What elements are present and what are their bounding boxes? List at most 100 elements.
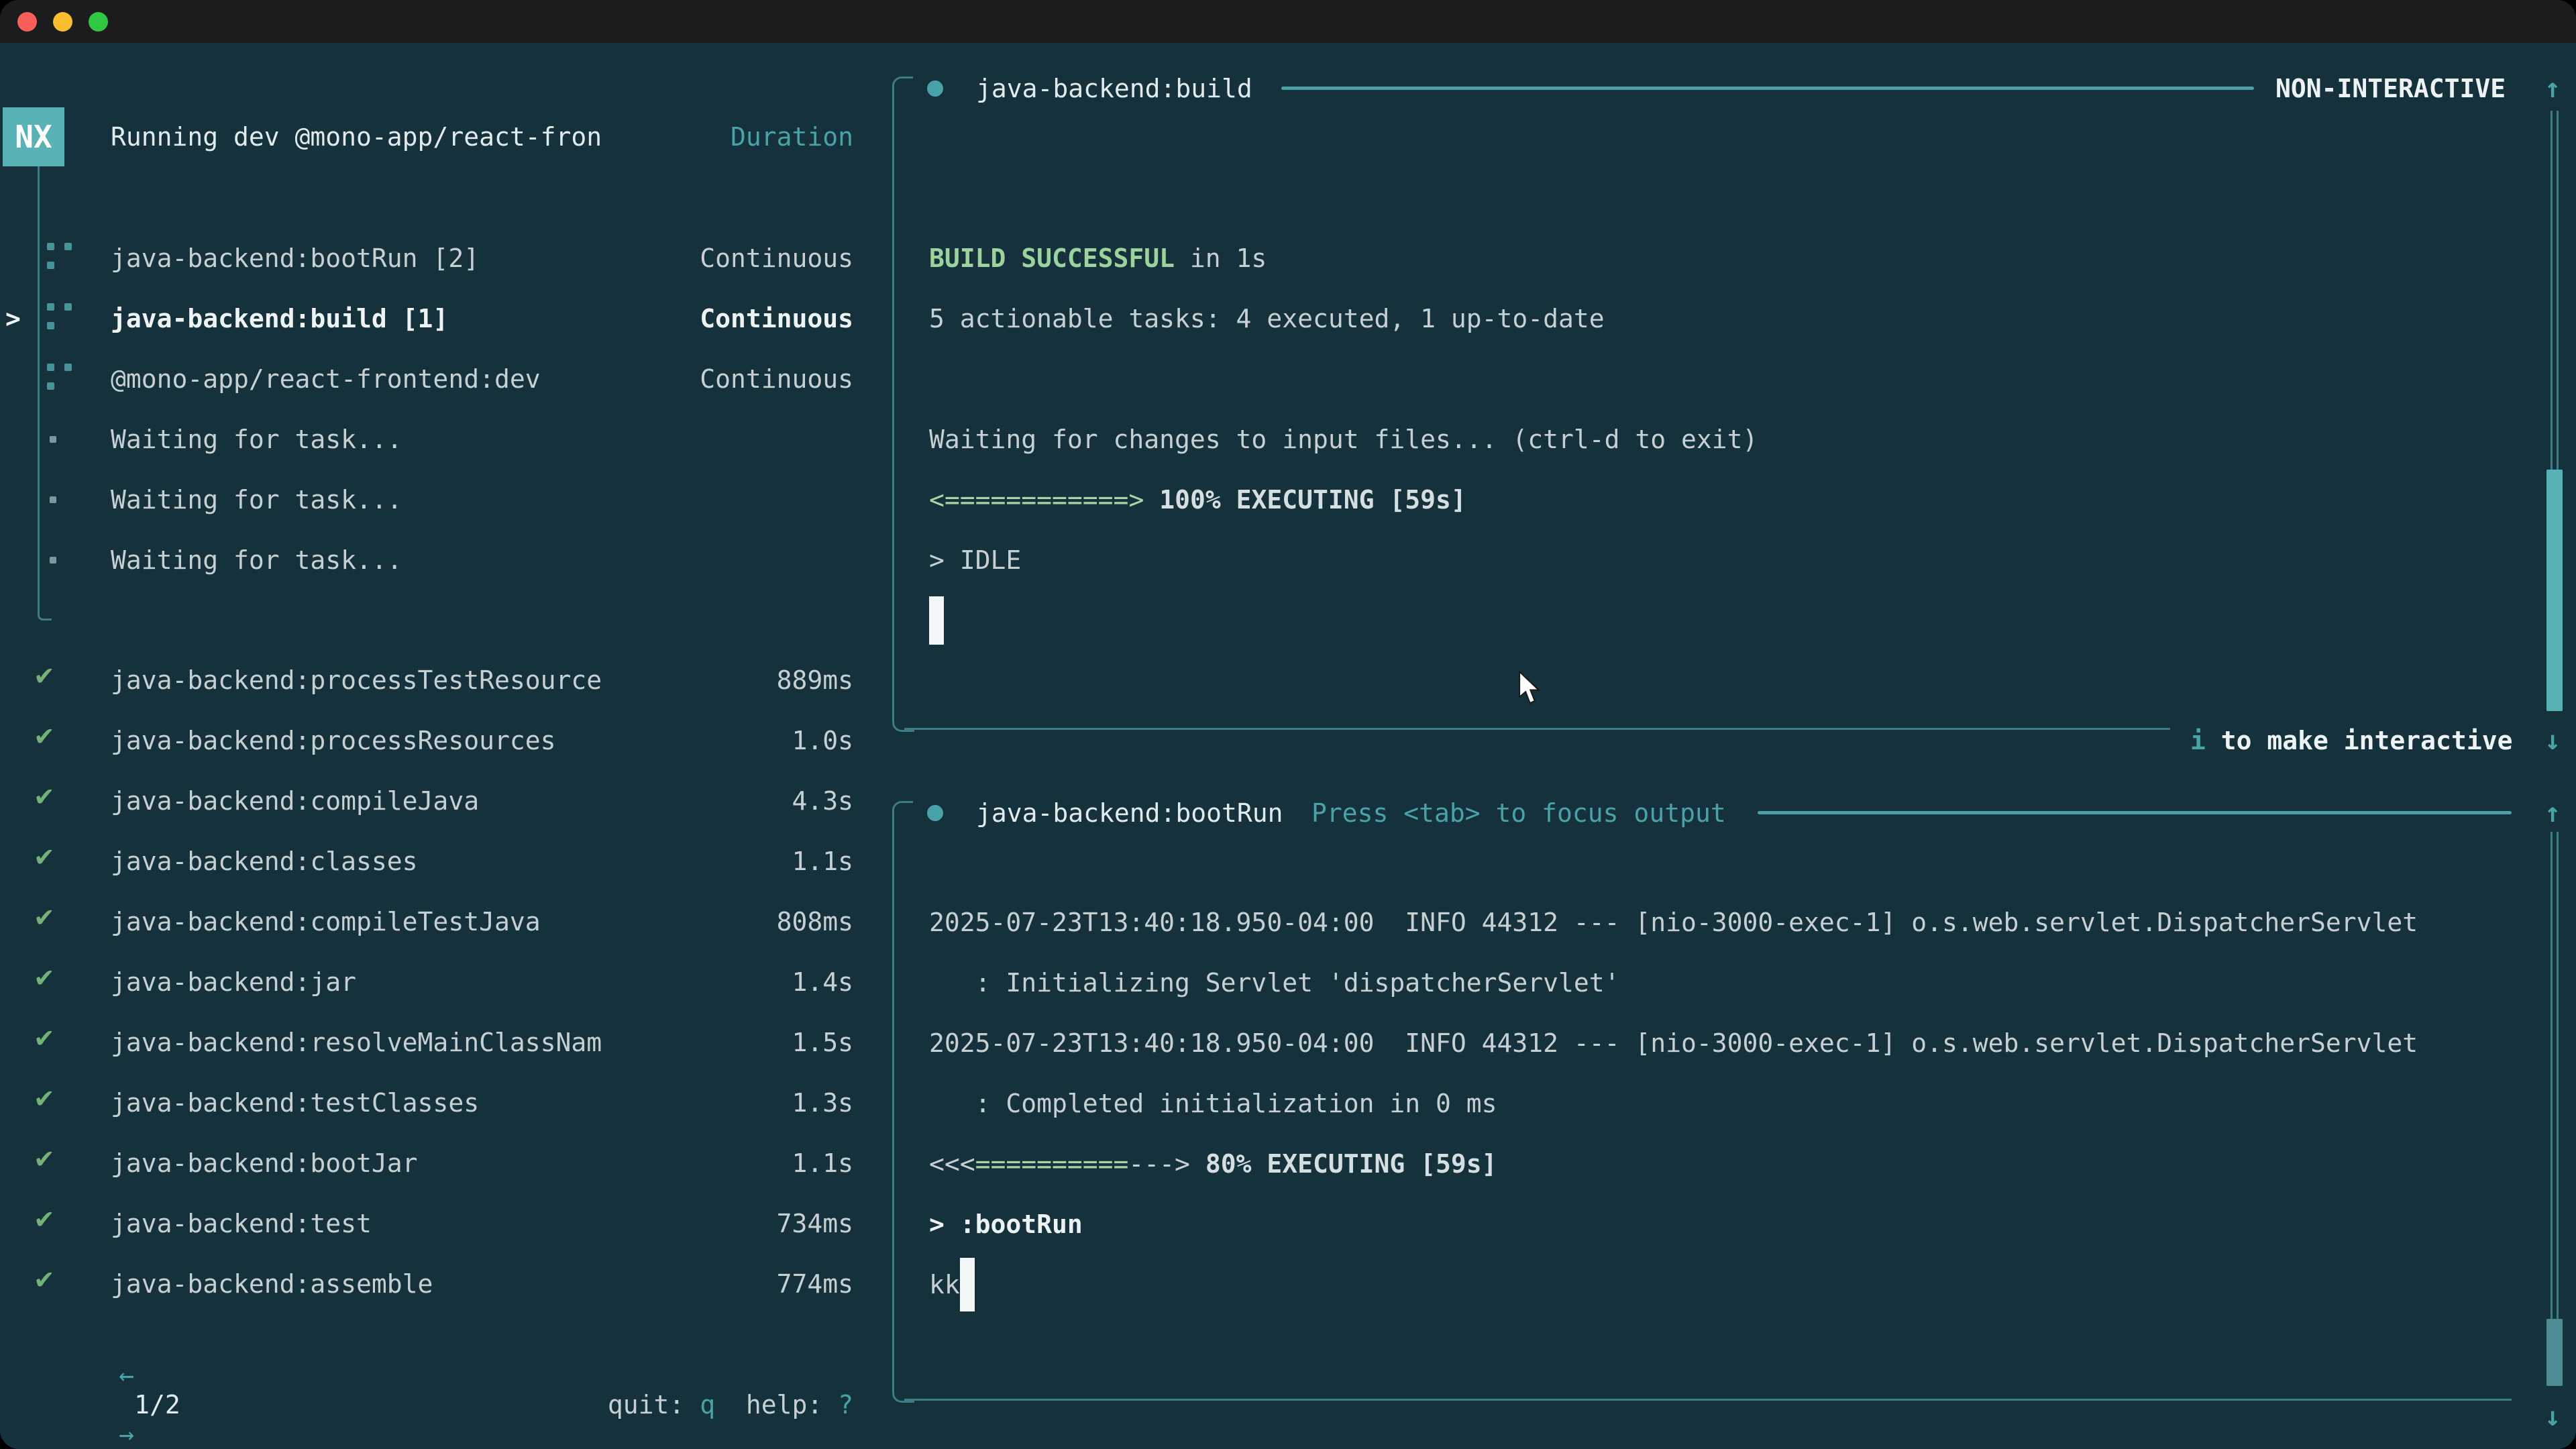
maximize-button[interactable] (89, 12, 108, 32)
blank-line (929, 349, 2526, 409)
check-icon: ✔ (34, 1024, 55, 1053)
task-duration: 889ms (777, 665, 853, 695)
task-label: java-backend:compileJava (111, 786, 479, 816)
check-icon: ✔ (34, 1144, 55, 1174)
sidebar-header: Running dev @mono-app/react-fron Duratio… (0, 107, 892, 167)
minimize-button[interactable] (53, 12, 72, 32)
build-panel-output: BUILD SUCCESSFUL in 1s 5 actionable task… (929, 228, 2526, 651)
task-duration: 734ms (777, 1209, 853, 1238)
task-label: java-backend:bootJar (111, 1148, 418, 1178)
typed-input: kk (929, 1270, 960, 1299)
page-next-icon[interactable]: → (119, 1419, 134, 1449)
task-status: Continuous (700, 364, 853, 394)
task-label: java-backend:jar (111, 967, 356, 997)
task-duration: 1.1s (792, 1148, 853, 1178)
task-row[interactable]: ✔ java-backend:test 734ms (0, 1193, 892, 1254)
task-duration: 1.0s (792, 726, 853, 755)
task-label: java-backend:classes (111, 847, 418, 876)
task-label: java-backend:test (111, 1209, 372, 1238)
check-icon: ✔ (34, 1205, 55, 1234)
bootrun-scrollbar-thumb[interactable] (2546, 1319, 2563, 1386)
spinner-icon (47, 303, 74, 334)
bootrun-input-line[interactable]: kk (929, 1254, 2526, 1315)
bootrun-focus-hint: Press <tab> to focus output (1311, 794, 1726, 832)
task-duration: 1.5s (792, 1028, 853, 1057)
task-row[interactable]: ✔ java-backend:resolveMainClassNam 1.5s (0, 1012, 892, 1073)
task-label: java-backend:build [1] (111, 304, 448, 333)
terminal-cursor (929, 596, 944, 645)
check-icon: ✔ (34, 1084, 55, 1114)
task-row[interactable]: ✔ java-backend:compileTestJava 808ms (0, 892, 892, 952)
bootrun-scroll-up-icon[interactable]: ↑ (2544, 794, 2561, 832)
build-scroll-down-icon[interactable]: ↓ (2544, 722, 2561, 759)
task-row[interactable]: ✔ java-backend:classes 1.1s (0, 831, 892, 892)
spinner-icon (47, 243, 74, 274)
task-label: java-backend:resolveMainClassNam (111, 1028, 602, 1057)
task-row[interactable]: ✔ java-backend:assemble 774ms (0, 1254, 892, 1314)
page-indicator: 1/2 (119, 1390, 195, 1419)
task-label: Waiting for task... (111, 485, 402, 515)
build-success-line: BUILD SUCCESSFUL in 1s (929, 228, 2526, 288)
pagination: ← 1/2 → (27, 1331, 196, 1449)
titlebar (0, 0, 2576, 43)
check-icon: ✔ (34, 722, 55, 751)
help-key: ? (838, 1390, 853, 1419)
selected-arrow-icon: > (5, 304, 21, 333)
bootrun-panel-bottom-border (904, 1399, 2512, 1401)
task-label: java-backend:processTestResource (111, 665, 602, 695)
bootrun-scroll-down-icon[interactable]: ↓ (2544, 1398, 2561, 1436)
task-duration: 808ms (777, 907, 853, 936)
task-row[interactable]: ✔ java-backend:bootJar 1.1s (0, 1133, 892, 1193)
build-idle-line: > IDLE (929, 530, 2526, 590)
page-prev-icon[interactable]: ← (119, 1360, 134, 1390)
build-panel-title: java-backend:build (976, 70, 1252, 107)
sidebar-title: Running dev @mono-app/react-fron (111, 122, 602, 152)
bootrun-scrollbar-track[interactable] (2551, 832, 2559, 1319)
task-label: Waiting for task... (111, 545, 402, 575)
task-row[interactable]: @mono-app/react-frontend:dev Continuous (0, 349, 892, 409)
task-status: Continuous (700, 244, 853, 273)
build-panel-mode-badge: NON-INTERACTIVE (2275, 70, 2506, 107)
task-duration: 1.1s (792, 847, 853, 876)
task-row[interactable]: Waiting for task... (0, 470, 892, 530)
check-icon: ✔ (34, 843, 55, 872)
bootrun-panel-dot-icon (927, 805, 943, 821)
log-line: 2025-07-23T13:40:18.950-04:00 INFO 44312… (929, 892, 2526, 953)
mouse-cursor (1517, 671, 1544, 712)
quit-label: quit: (608, 1390, 700, 1419)
task-row[interactable]: Waiting for task... (0, 409, 892, 470)
build-panel-bottom-border (904, 728, 2170, 730)
build-progress-bar: <============> 100% EXECUTING [59s] (929, 470, 2526, 530)
build-scrollbar-thumb[interactable] (2546, 470, 2563, 711)
task-label: Waiting for task... (111, 425, 402, 454)
bootrun-progress-bar: <<<==========---> 80% EXECUTING [59s] (929, 1134, 2526, 1194)
running-task-list: java-backend:bootRun [2] Continuous > ja… (0, 228, 892, 590)
task-row[interactable]: ✔ java-backend:compileJava 4.3s (0, 771, 892, 831)
bootrun-prompt-line: > :bootRun (929, 1194, 2526, 1254)
task-row[interactable]: ✔ java-backend:jar 1.4s (0, 952, 892, 1012)
task-row[interactable]: > java-backend:build [1] Continuous (0, 288, 892, 349)
task-row[interactable]: ✔ java-backend:processTestResource 889ms (0, 650, 892, 710)
check-icon: ✔ (34, 782, 55, 812)
task-row[interactable]: java-backend:bootRun [2] Continuous (0, 228, 892, 288)
bootrun-panel-title: java-backend:bootRun (976, 794, 1283, 832)
check-icon: ✔ (34, 903, 55, 932)
waiting-dot-icon (50, 436, 56, 443)
task-duration: 1.4s (792, 967, 853, 997)
task-duration: 1.3s (792, 1088, 853, 1118)
task-status: Continuous (700, 304, 853, 333)
build-cursor-line (929, 590, 2526, 651)
task-row[interactable]: ✔ java-backend:processResources 1.0s (0, 710, 892, 771)
terminal-cursor (960, 1258, 975, 1311)
interactive-hint: i to make interactive (2190, 722, 2512, 759)
bootrun-panel-title-rule (1758, 811, 2512, 814)
task-duration: 774ms (777, 1269, 853, 1299)
build-panel-title-rule (1281, 87, 2254, 90)
spinner-icon (47, 364, 74, 394)
task-row[interactable]: Waiting for task... (0, 530, 892, 590)
build-scroll-up-icon[interactable]: ↑ (2544, 70, 2561, 107)
close-button[interactable] (17, 12, 37, 32)
check-icon: ✔ (34, 661, 55, 691)
task-row[interactable]: ✔ java-backend:testClasses 1.3s (0, 1073, 892, 1133)
terminal-window: NX Running dev @mono-app/react-fron Dura… (0, 0, 2576, 1449)
